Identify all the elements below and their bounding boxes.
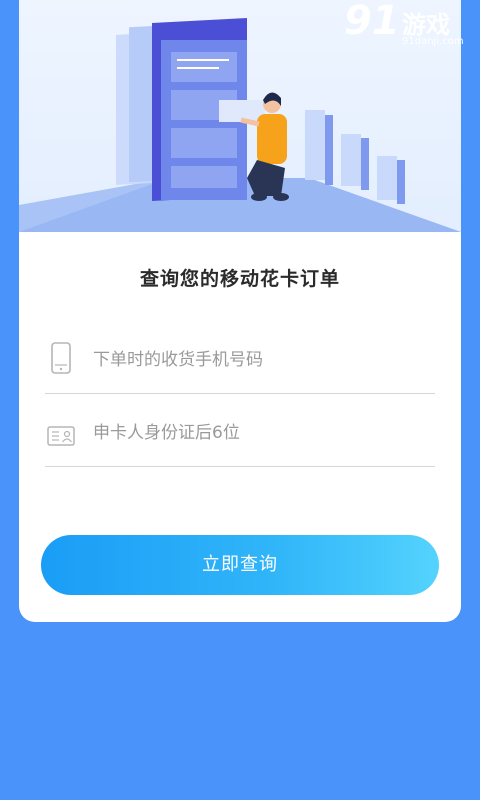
- id-card-icon: [47, 414, 75, 448]
- phone-placeholder: 下单时的收货手机号码: [93, 350, 263, 370]
- watermark-name: 游戏: [402, 11, 450, 39]
- watermark-url: 91danji.com: [402, 36, 464, 47]
- phone-icon: [47, 341, 75, 375]
- id-placeholder: 申卡人身份证后6位: [93, 423, 240, 443]
- watermark-mark: 91: [344, 0, 400, 44]
- query-submit-button[interactable]: 立即查询: [41, 535, 439, 595]
- phone-field[interactable]: 下单时的收货手机号码: [45, 333, 435, 394]
- page-title: 查询您的移动花卡订单: [139, 268, 340, 290]
- watermark-logo: 91 游戏 91danji.com: [344, 0, 474, 52]
- id-field[interactable]: 申卡人身份证后6位: [45, 406, 435, 467]
- query-card: 查询您的移动花卡订单 下单时的收货手机号码 申卡人身份证后6位 立即查询: [19, 0, 461, 622]
